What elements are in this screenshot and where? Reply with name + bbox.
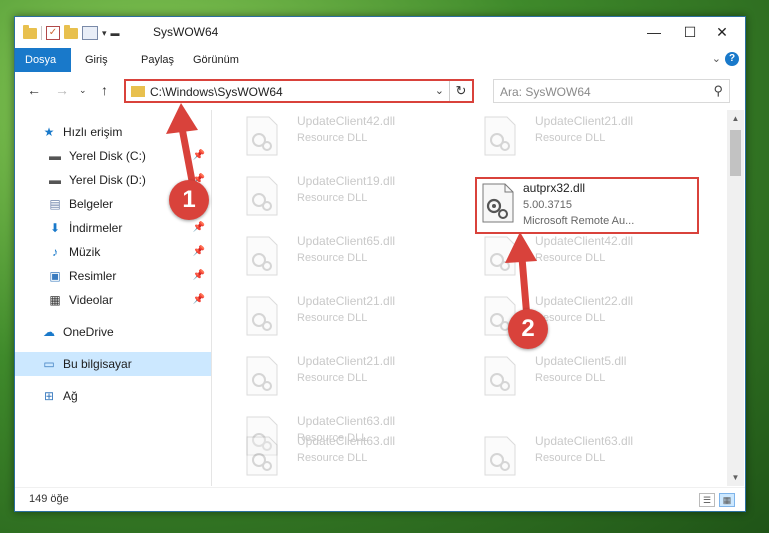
- annotation-arrows: [166, 103, 537, 322]
- arrow-2: [505, 232, 537, 322]
- arrow-1: [166, 103, 198, 190]
- step-1-badge: 1: [169, 180, 209, 220]
- step-2-badge: 2: [508, 309, 548, 349]
